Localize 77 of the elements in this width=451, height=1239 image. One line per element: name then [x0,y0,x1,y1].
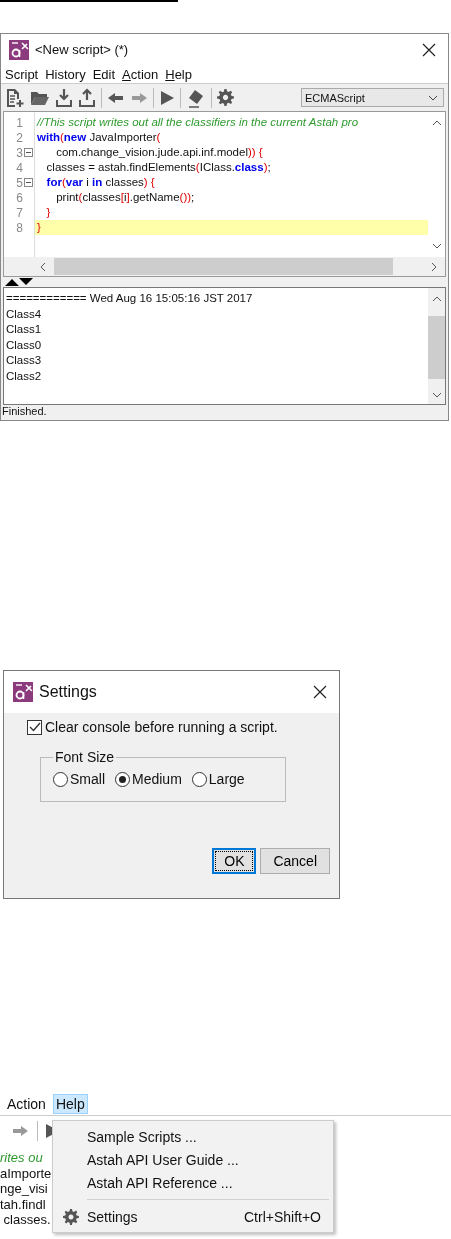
code-line: with(new JavaImporter( [36,130,162,145]
radio-button[interactable] [53,771,68,787]
code-line: print(classes[i].getName()); [55,190,196,205]
chevron-up-icon[interactable] [431,296,442,302]
fold-icon[interactable] [24,148,33,157]
dialog-button[interactable]: OK [212,848,257,874]
code-line: tah.findl [0,1196,46,1212]
console-line: Class1 [6,322,43,337]
menu-item[interactable]: Sample Scripts ... [55,1125,331,1148]
code-line: } [45,205,52,220]
line-number: 7 [16,205,23,220]
checkbox-label[interactable]: Clear console before running a script. [45,719,278,735]
group-label: Font Size [54,749,116,765]
menu-item[interactable]: Action [4,1094,49,1114]
logo-icon [9,39,29,60]
code-line: nge_visi [0,1181,48,1197]
scrollbar[interactable] [428,288,445,404]
play-icon[interactable] [159,89,175,106]
settings-icon[interactable] [217,89,234,106]
code-line: com.change_vision.jude.api.inf.model)) { [55,145,264,160]
menu-item[interactable]: Help [165,67,192,82]
new-file-icon[interactable] [5,87,25,108]
line-number: 3 [16,145,23,160]
horizontal-scrollbar[interactable] [4,257,445,276]
line-number: 5 [16,175,23,190]
undo-icon[interactable] [107,90,125,105]
radio-label[interactable]: Small [70,771,105,787]
redo-icon[interactable] [11,1124,29,1138]
fold-icon[interactable] [24,178,33,187]
radio-button[interactable] [191,771,207,787]
menu-item[interactable]: Help [52,1094,88,1114]
line-number: 2 [16,130,23,145]
eraser-icon[interactable] [186,87,206,108]
status-text: Finished. [1,405,48,419]
checkbox[interactable] [27,719,42,735]
dialog-button[interactable]: Cancel [260,848,330,874]
menu-item[interactable]: Action [122,67,159,82]
line-number: 6 [16,190,23,205]
console-line: Class3 [6,353,43,368]
line-number: 4 [16,160,23,175]
line-number: 8 [16,220,23,235]
chevron-down-icon [428,94,438,101]
window-title: <New script> (*) [35,42,129,57]
console-line: ============ Wed Aug 16 15:05:16 JST 2017 [6,291,254,306]
line-number: 1 [16,115,23,130]
chevron-left-icon[interactable] [40,261,46,272]
menu-item[interactable]: History [45,67,86,82]
chevron-down-icon[interactable] [431,392,442,398]
dialog-title: Settings [39,683,97,701]
console-line: Class4 [6,306,43,322]
radio-button[interactable] [115,771,130,787]
close-icon[interactable] [313,685,327,699]
code-line: aImporte [0,1165,52,1181]
menu-item[interactable]: Settings Ctrl+Shift+O [55,1205,331,1228]
code-line: rites ou [0,1150,43,1166]
chevron-up-icon[interactable] [431,120,442,126]
code-line: classes. [2,1212,51,1228]
code-line: classes = astah.findElements(IClass.class); [45,160,272,175]
console-line: Class2 [6,368,43,384]
menu-item[interactable]: Astah API User Guide ... [55,1148,331,1171]
logo-icon [13,682,33,702]
code-line: //This script writes out all the classifiers in the current Astah pro [35,115,360,130]
close-icon[interactable] [422,42,436,57]
console-line: Class0 [6,337,43,353]
radio-label[interactable]: Medium [132,771,182,787]
menu-item[interactable]: Edit [92,67,116,82]
download-icon[interactable] [55,87,73,108]
settings-icon[interactable] [63,1208,79,1225]
code-line: for(var i in classes) { [45,175,156,190]
menu-item[interactable]: Astah API Reference ... [55,1171,331,1194]
language-dropdown[interactable]: ECMAScript [301,88,444,107]
upload-icon[interactable] [78,87,96,108]
menu-item[interactable]: Script [5,67,39,82]
chevron-down-icon[interactable] [431,243,442,249]
chevron-right-icon[interactable] [431,261,437,272]
radio-label[interactable]: Large [208,771,245,787]
splitter-arrows-icon[interactable] [4,278,34,286]
